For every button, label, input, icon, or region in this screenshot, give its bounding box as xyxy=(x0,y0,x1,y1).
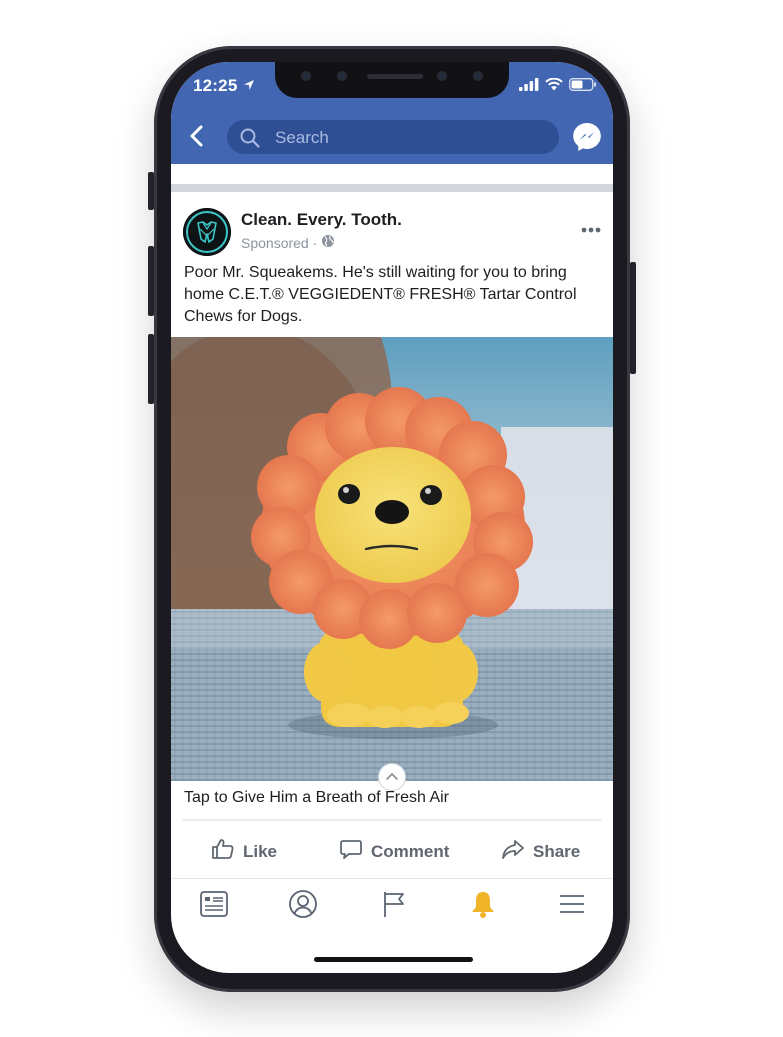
search-input[interactable]: Search xyxy=(227,120,559,154)
front-camera xyxy=(301,71,311,81)
more-options-icon[interactable] xyxy=(581,220,601,238)
notifications-bell-icon[interactable] xyxy=(468,889,498,924)
proximity-sensor xyxy=(337,71,347,81)
search-placeholder: Search xyxy=(275,128,329,147)
news-feed-icon[interactable] xyxy=(199,889,229,924)
post-body-text: Poor Mr. Squeakems. He's still waiting f… xyxy=(184,264,577,325)
power-button xyxy=(630,262,636,374)
notch xyxy=(275,62,509,98)
like-label: Like xyxy=(243,841,278,861)
back-arrow-icon[interactable] xyxy=(187,124,207,153)
divider xyxy=(183,819,601,821)
call-to-action-caption[interactable]: Tap to Give Him a Breath of Fresh Air xyxy=(184,789,449,807)
page-name[interactable]: Clean. Every. Tooth. xyxy=(241,210,402,230)
share-button[interactable]: Share xyxy=(501,837,580,866)
tooth-logo-icon xyxy=(186,211,228,253)
chevron-up-icon[interactable] xyxy=(379,764,405,790)
messenger-icon[interactable] xyxy=(571,121,603,158)
share-label: Share xyxy=(533,841,581,861)
sponsored-text: Sponsored · xyxy=(241,234,318,251)
battery-icon xyxy=(569,78,597,96)
bottom-tab-bar xyxy=(171,878,613,935)
profile-icon[interactable] xyxy=(288,889,318,924)
pages-flag-icon[interactable] xyxy=(379,889,409,924)
thumbs-up-icon xyxy=(211,837,235,866)
wifi-icon xyxy=(545,77,563,96)
comment-label: Comment xyxy=(371,841,450,861)
search-icon xyxy=(239,127,261,154)
comment-button[interactable]: Comment xyxy=(339,837,449,866)
home-indicator[interactable] xyxy=(314,957,473,962)
menu-icon[interactable] xyxy=(557,889,587,924)
volume-down-button xyxy=(148,334,154,404)
face-id-sensor xyxy=(437,71,447,81)
phone-screen: 12:25 Search Clean. Every. Tooth. Sponso… xyxy=(171,62,613,973)
comment-bubble-icon xyxy=(339,837,363,866)
post-video[interactable] xyxy=(171,337,613,781)
earpiece-speaker xyxy=(367,74,423,79)
sponsored-label: Sponsored · xyxy=(241,234,335,251)
signal-bars-icon xyxy=(519,78,539,96)
dot-projector xyxy=(473,71,483,81)
feed-separator xyxy=(171,164,613,192)
volume-up-button xyxy=(148,246,154,316)
location-arrow-icon xyxy=(243,78,255,96)
globe-icon xyxy=(321,234,335,251)
page-avatar[interactable] xyxy=(183,208,231,256)
status-icons xyxy=(519,77,597,96)
post-actions: Like Comment Share xyxy=(171,837,613,877)
status-time: 12:25 xyxy=(193,76,238,95)
silent-switch xyxy=(148,172,154,210)
share-arrow-icon xyxy=(501,837,525,866)
like-button[interactable]: Like xyxy=(211,837,277,866)
